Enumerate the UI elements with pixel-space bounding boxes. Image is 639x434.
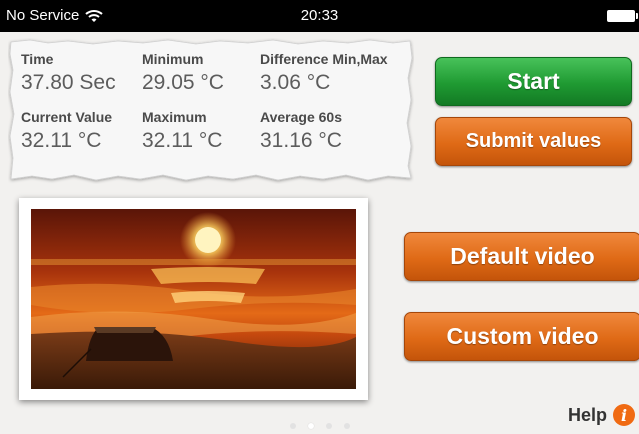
stat-time-label: Time [21,51,54,67]
stat-maximum-label: Maximum [142,109,207,125]
sunset-beach-image [31,209,356,389]
status-time: 20:33 [300,7,339,24]
page-indicator[interactable] [0,416,639,434]
status-bar: No Service 20:33 [0,0,639,32]
stat-time-value: 37.80 Sec [21,71,116,94]
start-button-label: Start [507,68,560,94]
page-dot[interactable] [343,423,350,429]
stat-minimum-label: Minimum [142,51,204,67]
stat-average-label: Average 60s [260,109,342,125]
page-dot-active[interactable] [307,423,314,429]
stat-average-value: 31.16 °C [260,129,342,152]
custom-video-button[interactable]: Custom video [404,312,639,361]
page-dot[interactable] [325,423,332,429]
help-label: Help [567,404,607,425]
stat-minimum: Minimum 29.05 °C [142,51,224,95]
battery-icon [607,10,638,22]
stat-difference-value: 3.06 °C [260,71,331,94]
submit-values-button[interactable]: Submit values [435,117,632,166]
stat-difference-label: Difference Min,Max [260,51,388,67]
stat-current-value: 32.11 °C [21,129,102,152]
stat-maximum-value: 32.11 °C [142,129,223,152]
submit-values-button-label: Submit values [465,130,602,152]
custom-video-button-label: Custom video [446,323,599,349]
stat-time: Time 37.80 Sec [21,51,116,95]
page-dot[interactable] [289,423,296,429]
info-icon[interactable]: i [613,404,635,426]
video-thumbnail[interactable] [19,198,368,400]
stat-current: Current Value 32.11 °C [21,109,112,153]
stat-minimum-value: 29.05 °C [142,71,224,94]
help-button[interactable]: Help i [568,404,635,426]
stat-current-label: Current Value [21,109,113,125]
start-button[interactable]: Start [435,57,632,106]
default-video-button-label: Default video [450,243,595,269]
default-video-button[interactable]: Default video [404,232,639,281]
stats-panel: Time 37.80 Sec Minimum 29.05 °C Differen… [8,38,414,184]
stat-average: Average 60s 31.16 °C [260,109,342,153]
stat-maximum: Maximum 32.11 °C [142,109,222,153]
stat-difference: Difference Min,Max 3.06 °C [260,51,388,95]
